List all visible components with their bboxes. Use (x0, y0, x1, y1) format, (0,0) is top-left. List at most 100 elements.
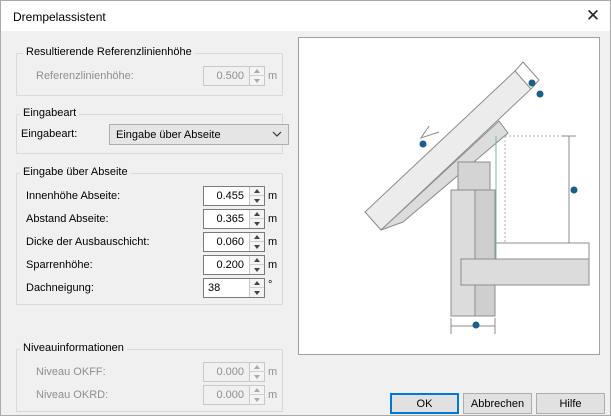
sparrenhoehe-value: 0.200 (216, 259, 244, 271)
reference-height-input[interactable]: 0.500 (203, 66, 265, 86)
group-levels: Niveauinformationen Niveau OKFF: 0.000 m… (16, 342, 283, 412)
innenhoehe-label: Innenhöhe Abseite: (26, 190, 121, 202)
reference-height-label: Referenzlinienhöhe: (36, 70, 134, 82)
spin-down-button[interactable] (250, 196, 264, 205)
field-row-okrd: Niveau OKRD: 0.000 m (17, 385, 282, 405)
spin-up-button[interactable] (250, 279, 264, 288)
spin-up-icon (254, 388, 260, 392)
input-type-label: Eingabeart: (21, 128, 78, 140)
okff-label: Niveau OKFF: (36, 366, 106, 378)
dachneigung-unit: ° (268, 279, 273, 291)
reference-height-unit: m (268, 70, 278, 82)
ausbauschicht-input[interactable]: 0.060 (203, 232, 265, 252)
innenhoehe-value: 0.455 (216, 190, 244, 202)
spin-buttons (249, 363, 264, 381)
okff-unit: m (268, 366, 278, 378)
spin-buttons (249, 187, 264, 205)
spin-down-button[interactable] (250, 372, 264, 381)
spin-up-icon (254, 281, 260, 285)
spin-down-icon (254, 397, 260, 402)
ausbauschicht-label: Dicke der Ausbauschicht: (26, 236, 150, 248)
dachneigung-value: 38 (208, 282, 221, 294)
spin-down-icon (254, 267, 260, 272)
dimension-line (522, 61, 540, 81)
spin-up-icon (254, 212, 260, 216)
preview-panel (298, 37, 600, 355)
ausbauschicht-value: 0.060 (216, 236, 244, 248)
spin-buttons (249, 67, 264, 85)
spin-up-icon (254, 235, 260, 239)
upper-post (457, 161, 491, 191)
spin-down-button[interactable] (250, 219, 264, 228)
spin-buttons (249, 233, 264, 251)
abstand-label: Abstand Abseite: (26, 213, 109, 225)
abstand-input[interactable]: 0.365 (203, 209, 265, 229)
spin-up-icon (254, 365, 260, 369)
reference-height-value: 0.500 (216, 70, 244, 82)
okrd-value: 0.000 (216, 389, 244, 401)
spin-down-button[interactable] (250, 76, 264, 85)
group-title: Resultierende Referenzlinienhöhe (23, 46, 195, 58)
marker-dot (472, 321, 480, 329)
okrd-unit: m (268, 389, 278, 401)
group-input-type: Eingabeart Eingabeart: Eingabe über Abse… (16, 107, 289, 154)
floor-slab (460, 258, 590, 286)
spin-down-button[interactable] (250, 242, 264, 251)
spin-down-icon (254, 374, 260, 379)
chevron-down-icon (272, 128, 282, 143)
spin-down-icon (254, 198, 260, 203)
spin-up-button[interactable] (250, 363, 264, 372)
spin-buttons (249, 210, 264, 228)
field-row-innenhoehe: Innenhöhe Abseite: 0.455 m (17, 186, 282, 206)
group-abseite: Eingabe über Abseite Innenhöhe Abseite: … (16, 166, 283, 305)
okff-input[interactable]: 0.000 (203, 362, 265, 382)
spin-down-button[interactable] (250, 265, 264, 274)
spin-up-button[interactable] (250, 187, 264, 196)
field-row-sparrenhoehe: Sparrenhöhe: 0.200 m (17, 255, 282, 275)
knee-wall-preview-drawing (364, 61, 590, 334)
spin-up-button[interactable] (250, 67, 264, 76)
input-type-selected: Eingabe über Abseite (116, 129, 221, 141)
field-row-reference-height: Referenzlinienhöhe: 0.500 m (17, 66, 282, 86)
spin-up-button[interactable] (250, 210, 264, 219)
help-button[interactable]: Hilfe (536, 393, 605, 414)
field-row-okff: Niveau OKFF: 0.000 m (17, 362, 282, 382)
spin-buttons (249, 386, 264, 404)
innenhoehe-input[interactable]: 0.455 (203, 186, 265, 206)
group-reference-height: Resultierende Referenzlinienhöhe Referen… (16, 46, 283, 96)
floor-layer (494, 242, 590, 260)
spin-down-icon (254, 290, 260, 295)
abstand-value: 0.365 (216, 213, 244, 225)
cancel-button[interactable]: Abbrechen (463, 393, 532, 414)
field-row-ausbauschicht: Dicke der Ausbauschicht: 0.060 m (17, 232, 282, 252)
ok-button[interactable]: OK (390, 393, 459, 414)
group-title: Niveauinformationen (20, 342, 127, 354)
close-button[interactable]: ✕ (576, 1, 610, 31)
sparrenhoehe-input[interactable]: 0.200 (203, 255, 265, 275)
spin-down-icon (254, 244, 260, 249)
abstand-unit: m (268, 213, 278, 225)
spin-up-icon (254, 258, 260, 262)
title-bar: Drempelassistent ✕ (1, 1, 610, 31)
window-title: Drempelassistent (13, 10, 106, 24)
dachneigung-input[interactable]: 38 (203, 278, 265, 298)
spin-down-button[interactable] (250, 395, 264, 404)
dialog-window: Drempelassistent ✕ Resultierende Referen… (0, 0, 611, 416)
marker-dot (419, 140, 427, 148)
sparrenhoehe-unit: m (268, 259, 278, 271)
okrd-input[interactable]: 0.000 (203, 385, 265, 405)
okrd-label: Niveau OKRD: (36, 389, 109, 401)
ausbauschicht-unit: m (268, 236, 278, 248)
marker-dot (536, 90, 544, 98)
dimension-line (514, 61, 524, 72)
input-type-select[interactable]: Eingabe über Abseite (109, 124, 289, 145)
marker-dot (570, 186, 578, 194)
spin-up-button[interactable] (250, 256, 264, 265)
field-row-dachneigung: Dachneigung: 38 ° (17, 278, 282, 298)
group-title: Eingabe über Abseite (20, 166, 131, 178)
spin-down-button[interactable] (250, 288, 264, 297)
spin-up-button[interactable] (250, 233, 264, 242)
spin-up-button[interactable] (250, 386, 264, 395)
spin-down-icon (254, 78, 260, 83)
sparrenhoehe-label: Sparrenhöhe: (26, 259, 93, 271)
